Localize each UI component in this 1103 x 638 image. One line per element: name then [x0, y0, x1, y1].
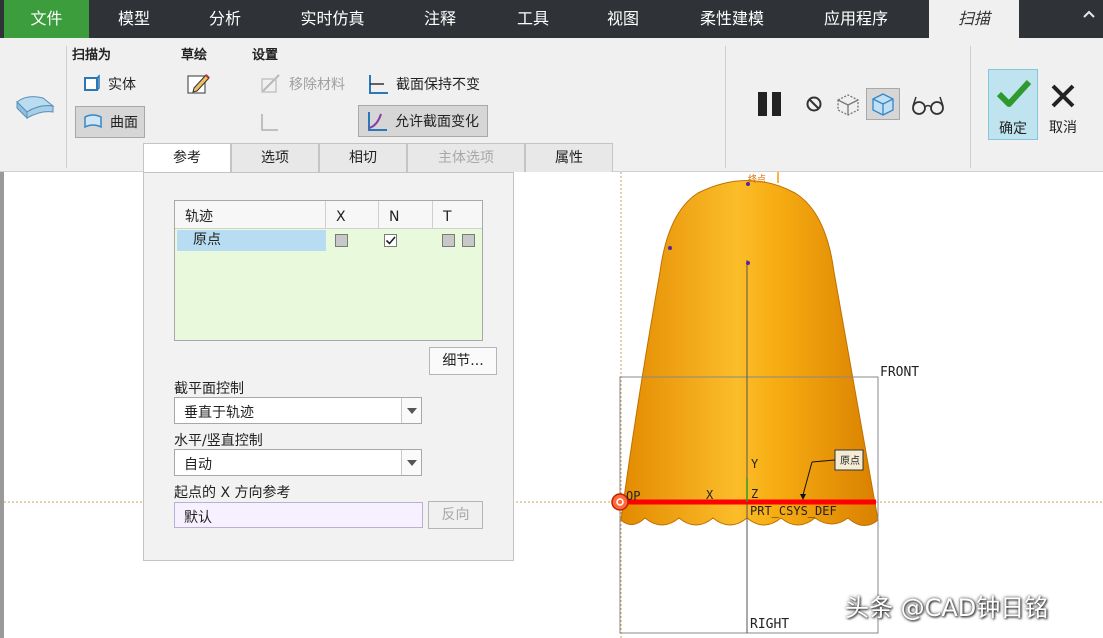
cancel-label: 取消: [1049, 120, 1077, 136]
tab-view[interactable]: 视图: [578, 0, 668, 38]
keep-section-button[interactable]: 截面保持不变: [360, 68, 486, 100]
csys-z-label: Z: [751, 487, 758, 501]
tab-annotate[interactable]: 注释: [395, 0, 485, 38]
constant-section-icon: [369, 75, 388, 94]
table-header: 轨迹 X N T: [175, 201, 482, 229]
csys-label[interactable]: PRT_CSYS_DEF: [750, 504, 837, 518]
pause-icon[interactable]: [756, 90, 784, 118]
trajectory-name-cell[interactable]: 原点: [177, 230, 326, 251]
section-plane-control-select[interactable]: 垂直于轨迹: [174, 397, 422, 424]
column-header-t: T: [443, 209, 452, 225]
watermark-text: 头条 @CAD钟日铭: [845, 594, 1049, 622]
cancel-button[interactable]: 取消: [1040, 69, 1086, 140]
glasses-icon[interactable]: [910, 94, 946, 116]
top-plane-label[interactable]: OP: [626, 489, 640, 503]
tab-sweep[interactable]: 扫描: [929, 0, 1019, 38]
tab-tools[interactable]: 工具: [488, 0, 578, 38]
group-sweep-as-label: 扫描为: [72, 48, 112, 63]
tab-tangency[interactable]: 相切: [319, 143, 407, 172]
ok-label: 确定: [999, 121, 1027, 137]
solid-icon: [84, 74, 100, 91]
tab-options[interactable]: 选项: [231, 143, 319, 172]
csys-y-label: Y: [751, 457, 759, 471]
x-direction-reference-label: 起点的 X 方向参考: [174, 485, 291, 501]
tab-applications[interactable]: 应用程序: [806, 0, 906, 38]
tab-file[interactable]: 文件: [4, 0, 89, 38]
n-trajectory-checkbox[interactable]: [384, 234, 397, 247]
group-sketch-label: 草绘: [181, 48, 208, 63]
csys-x-label: X: [706, 488, 714, 502]
tab-body-options[interactable]: 主体选项: [407, 143, 525, 172]
hv-control-label: 水平/竖直控制: [174, 433, 263, 449]
sketch-point: [746, 261, 750, 265]
details-button[interactable]: 细节...: [429, 347, 497, 375]
tab-properties[interactable]: 属性: [525, 143, 613, 172]
group-settings-label: 设置: [252, 48, 279, 63]
no-preview-icon[interactable]: [804, 94, 824, 114]
section-plane-control-label: 截平面控制: [174, 381, 244, 397]
hv-control-value: 自动: [184, 457, 212, 473]
verify-preview-button[interactable]: [866, 88, 900, 120]
tab-references[interactable]: 参考: [143, 143, 231, 172]
keep-section-label: 截面保持不变: [396, 77, 480, 93]
table-row[interactable]: 原点: [175, 230, 482, 251]
sweep-feature-icon: [16, 96, 55, 120]
chevron-down-icon[interactable]: [401, 450, 421, 475]
ribbon-separator: [970, 46, 971, 168]
ok-button[interactable]: 确定: [988, 69, 1038, 140]
x-direction-reference-field[interactable]: 默认: [174, 502, 423, 528]
surface-icon: [84, 114, 102, 129]
sketch-icon[interactable]: [186, 72, 212, 96]
t-trajectory-checkbox-2[interactable]: [462, 234, 475, 247]
remove-material-icon: [261, 74, 280, 93]
ribbon-separator: [725, 46, 726, 168]
solid-button[interactable]: 实体: [76, 68, 142, 100]
sketch-point: [668, 246, 672, 250]
flip-button[interactable]: 反向: [428, 501, 483, 529]
trajectory-table: 轨迹 X N T 原点: [174, 200, 483, 341]
tab-analysis[interactable]: 分析: [180, 0, 270, 38]
right-plane-label[interactable]: RIGHT: [750, 617, 789, 632]
check-icon: [385, 236, 396, 245]
chevron-down-icon[interactable]: [401, 398, 421, 423]
close-icon: [1051, 84, 1075, 108]
trajectory-end-label: 终点: [748, 173, 766, 185]
column-header-n: N: [379, 201, 433, 229]
thicken-icon[interactable]: [259, 111, 281, 133]
solid-label: 实体: [108, 77, 136, 93]
remove-material-button[interactable]: 移除材料: [253, 68, 351, 100]
front-plane-label[interactable]: FRONT: [880, 365, 919, 380]
vary-section-label: 允许截面变化: [395, 114, 479, 130]
surface-button[interactable]: 曲面: [75, 106, 145, 138]
x-direction-reference-value: 默认: [184, 510, 212, 526]
vary-section-button[interactable]: 允许截面变化: [358, 105, 488, 137]
column-header-x: X: [326, 201, 379, 229]
tab-model[interactable]: 模型: [89, 0, 179, 38]
surface-label: 曲面: [110, 115, 138, 131]
t-trajectory-checkbox[interactable]: [442, 234, 455, 247]
variable-section-icon: [368, 112, 387, 131]
column-header-trajectory: 轨迹: [175, 201, 326, 229]
hv-control-select[interactable]: 自动: [174, 449, 422, 476]
bell-surface[interactable]: [620, 180, 879, 526]
geometry-preview-icon: [872, 93, 894, 116]
section-plane-control-value: 垂直于轨迹: [184, 405, 254, 421]
checkmark-icon: [996, 79, 1032, 107]
x-trajectory-checkbox[interactable]: [335, 234, 348, 247]
ribbon-tab-bar: 文件 模型 分析 实时仿真 注释 工具 视图 柔性建模 应用程序 扫描: [0, 0, 1103, 38]
tab-simulation[interactable]: 实时仿真: [285, 0, 380, 38]
remove-material-label: 移除材料: [289, 77, 345, 93]
separate-preview-icon[interactable]: [834, 92, 862, 116]
tab-flexible-modeling[interactable]: 柔性建模: [684, 0, 780, 38]
ribbon-separator: [66, 46, 67, 168]
collapse-ribbon-icon[interactable]: [1081, 6, 1097, 22]
callout-label: 原点: [840, 455, 860, 467]
